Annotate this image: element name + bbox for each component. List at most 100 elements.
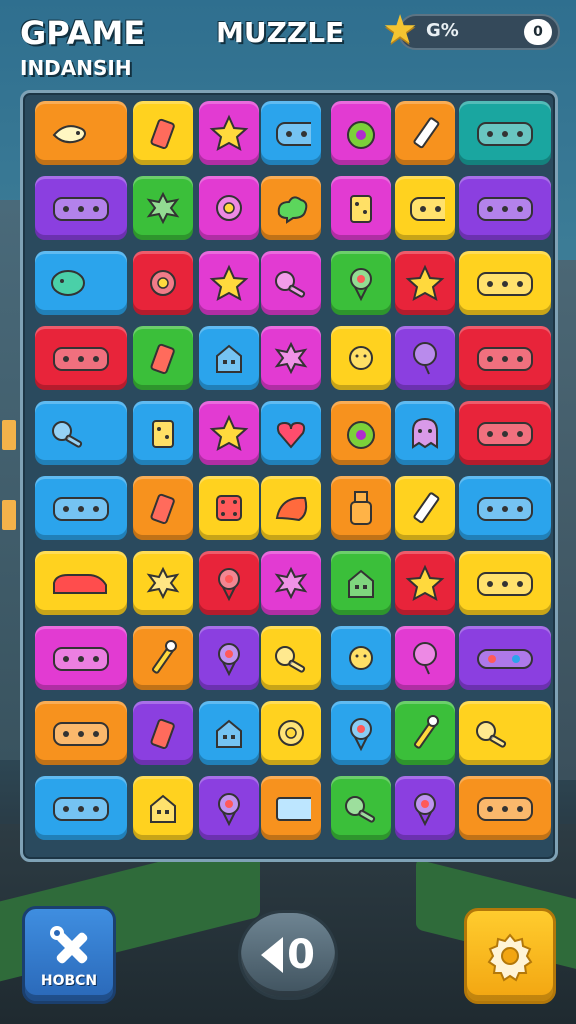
score-text: G% — [426, 20, 459, 41]
game-tile[interactable] — [199, 401, 259, 465]
tool-button[interactable]: HOBCN — [22, 906, 116, 1004]
game-tile[interactable] — [331, 101, 391, 165]
game-tile[interactable] — [133, 251, 193, 315]
game-tile[interactable] — [395, 251, 455, 315]
pin-icon — [218, 643, 240, 677]
bus-icon — [477, 797, 533, 821]
game-tile[interactable] — [133, 401, 193, 465]
game-tile[interactable] — [331, 176, 391, 240]
bus-icon — [477, 497, 533, 521]
game-tile[interactable] — [133, 776, 193, 840]
game-tile[interactable] — [199, 326, 259, 390]
game-tile[interactable] — [395, 326, 455, 390]
game-tile[interactable] — [133, 476, 193, 540]
game-tile[interactable] — [261, 476, 321, 540]
game-tile[interactable] — [395, 176, 455, 240]
game-tile[interactable] — [35, 101, 127, 165]
game-tile[interactable] — [133, 701, 193, 765]
game-tile[interactable] — [395, 776, 455, 840]
game-tile[interactable] — [35, 551, 127, 615]
game-tile[interactable] — [395, 101, 455, 165]
balloon-icon — [413, 642, 437, 675]
game-tile[interactable] — [199, 101, 259, 165]
game-tile[interactable] — [331, 326, 391, 390]
game-tile[interactable] — [261, 101, 321, 165]
car-icon — [53, 574, 107, 594]
bus-icon — [477, 122, 533, 146]
game-subtitle: INDANSIH — [20, 56, 132, 80]
game-tile[interactable] — [199, 551, 259, 615]
score-toggle-button[interactable]: 0 — [524, 19, 552, 45]
game-tile[interactable] — [331, 776, 391, 840]
counter-value: 0 — [287, 932, 315, 978]
game-tile[interactable] — [35, 626, 127, 690]
game-tile[interactable] — [133, 176, 193, 240]
game-tile[interactable] — [261, 551, 321, 615]
game-tile[interactable] — [459, 776, 551, 840]
game-tile[interactable] — [331, 251, 391, 315]
back-arrow-icon — [261, 937, 284, 973]
game-tile[interactable] — [133, 551, 193, 615]
pin-icon — [218, 568, 240, 602]
key-icon — [52, 421, 83, 448]
splat-icon — [274, 566, 308, 600]
moves-counter[interactable]: 0 — [238, 910, 338, 1000]
game-tile[interactable] — [459, 701, 551, 765]
game-tile[interactable] — [331, 701, 391, 765]
flower-icon — [216, 195, 242, 221]
game-tile[interactable] — [261, 626, 321, 690]
game-tile[interactable] — [35, 326, 127, 390]
game-tile[interactable] — [395, 701, 455, 765]
game-tile[interactable] — [459, 326, 551, 390]
game-tile[interactable] — [395, 551, 455, 615]
game-tile[interactable] — [133, 326, 193, 390]
star-icon — [209, 414, 249, 451]
game-tile[interactable] — [331, 551, 391, 615]
game-tile[interactable] — [199, 701, 259, 765]
sun-icon — [349, 646, 373, 670]
game-tile[interactable] — [261, 251, 321, 315]
game-tile[interactable] — [331, 626, 391, 690]
blob-icon — [51, 270, 85, 296]
game-tile[interactable] — [459, 176, 551, 240]
cup-icon — [150, 718, 175, 750]
game-tile[interactable] — [261, 776, 321, 840]
game-tile[interactable] — [395, 476, 455, 540]
game-tile[interactable] — [35, 251, 127, 315]
flower-icon — [278, 720, 304, 746]
game-tile[interactable] — [459, 401, 551, 465]
game-tile[interactable] — [199, 626, 259, 690]
key-icon — [275, 271, 306, 298]
splat-icon — [274, 341, 308, 375]
game-tile[interactable] — [459, 626, 551, 690]
game-tile[interactable] — [261, 701, 321, 765]
game-tile[interactable] — [261, 326, 321, 390]
apple-icon — [347, 121, 375, 149]
game-tile[interactable] — [459, 101, 551, 165]
game-tile[interactable] — [35, 401, 127, 465]
game-tile[interactable] — [459, 251, 551, 315]
game-tile[interactable] — [261, 401, 321, 465]
game-tile[interactable] — [199, 776, 259, 840]
game-tile[interactable] — [35, 176, 127, 240]
game-tile[interactable] — [199, 176, 259, 240]
settings-button[interactable] — [464, 908, 556, 1004]
game-tile[interactable] — [199, 476, 259, 540]
game-tile[interactable] — [395, 401, 455, 465]
bus-icon — [53, 647, 109, 671]
pill-icon — [477, 649, 533, 669]
game-tile[interactable] — [35, 476, 127, 540]
game-tile[interactable] — [261, 176, 321, 240]
game-tile[interactable] — [35, 776, 127, 840]
game-tile[interactable] — [133, 101, 193, 165]
game-tile[interactable] — [459, 476, 551, 540]
game-tile[interactable] — [459, 551, 551, 615]
game-tile[interactable] — [331, 401, 391, 465]
game-tile[interactable] — [331, 476, 391, 540]
game-tile[interactable] — [133, 626, 193, 690]
bus-icon — [53, 347, 109, 371]
game-tile[interactable] — [35, 701, 127, 765]
shell-icon — [275, 496, 308, 522]
game-tile[interactable] — [395, 626, 455, 690]
game-tile[interactable] — [199, 251, 259, 315]
